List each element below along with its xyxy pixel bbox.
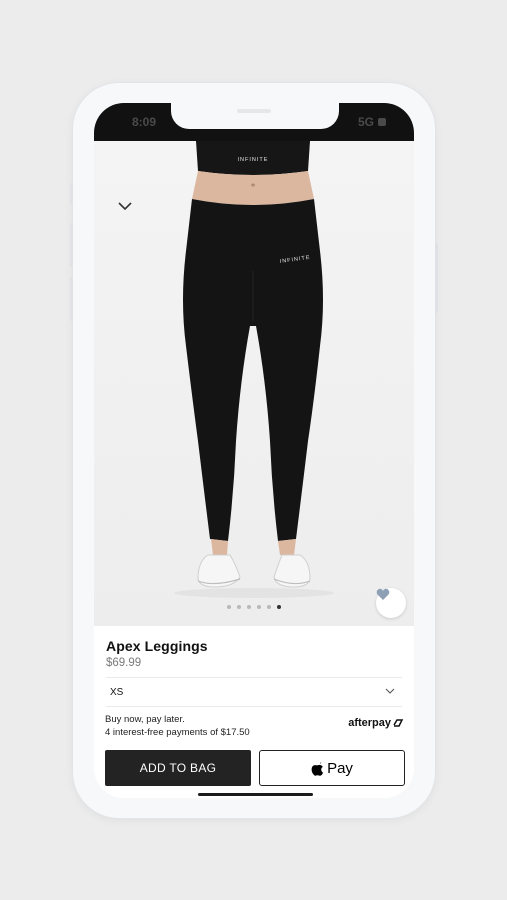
power-button [435, 243, 438, 313]
volume-up-button [70, 223, 73, 267]
add-to-bag-button[interactable]: ADD TO BAG [105, 750, 251, 786]
selected-size: XS [110, 687, 124, 698]
page-dot[interactable] [247, 605, 251, 609]
page-dot[interactable] [227, 605, 231, 609]
home-indicator[interactable] [198, 793, 313, 796]
image-pagination[interactable] [94, 605, 414, 609]
apple-logo-icon [311, 761, 324, 776]
pay-later-text: Buy now, pay later. 4 interest-free paym… [105, 714, 250, 739]
phone-frame: 8:09 5G INFINITE INFINITE Apex Leggings … [70, 83, 438, 818]
page-dot-active[interactable] [277, 605, 281, 609]
model-photo: INFINITE INFINITE [94, 141, 414, 626]
product-image[interactable]: INFINITE INFINITE [94, 141, 414, 626]
volume-down-button [70, 277, 73, 321]
product-title: Apex Leggings [106, 638, 208, 654]
page-dot[interactable] [267, 605, 271, 609]
notch [171, 103, 339, 129]
speaker [237, 109, 271, 113]
bra-brand-print: INFINITE [238, 157, 269, 163]
afterpay-wordmark: afterpay [348, 717, 391, 729]
apple-pay-label: Pay [327, 759, 353, 777]
collapse-button[interactable] [116, 199, 134, 213]
page-dot[interactable] [257, 605, 261, 609]
page-dot[interactable] [237, 605, 241, 609]
apple-pay-button[interactable]: Pay [259, 750, 405, 786]
pay-later-line2: 4 interest-free payments of $17.50 [105, 726, 250, 738]
pay-later-line1: Buy now, pay later. [105, 714, 185, 725]
chevron-down-icon [118, 202, 132, 211]
app-screen: 8:09 5G INFINITE INFINITE Apex Leggings … [94, 103, 414, 798]
chevron-down-icon [385, 688, 395, 694]
afterpay-loop-icon [393, 719, 404, 727]
product-details: Apex Leggings $69.99 XS Buy now, pay lat… [94, 626, 414, 798]
favorite-button[interactable] [376, 588, 406, 618]
torso [192, 171, 314, 205]
afterpay-logo[interactable]: afterpay [348, 717, 404, 729]
status-indicators: 5G [358, 115, 386, 129]
battery-icon [378, 118, 386, 126]
heart-icon [376, 588, 390, 600]
status-time: 8:09 [132, 115, 157, 129]
product-price: $69.99 [106, 657, 142, 669]
network-label: 5G [357, 115, 374, 129]
mute-switch [70, 183, 73, 205]
size-selector[interactable]: XS [106, 677, 402, 707]
